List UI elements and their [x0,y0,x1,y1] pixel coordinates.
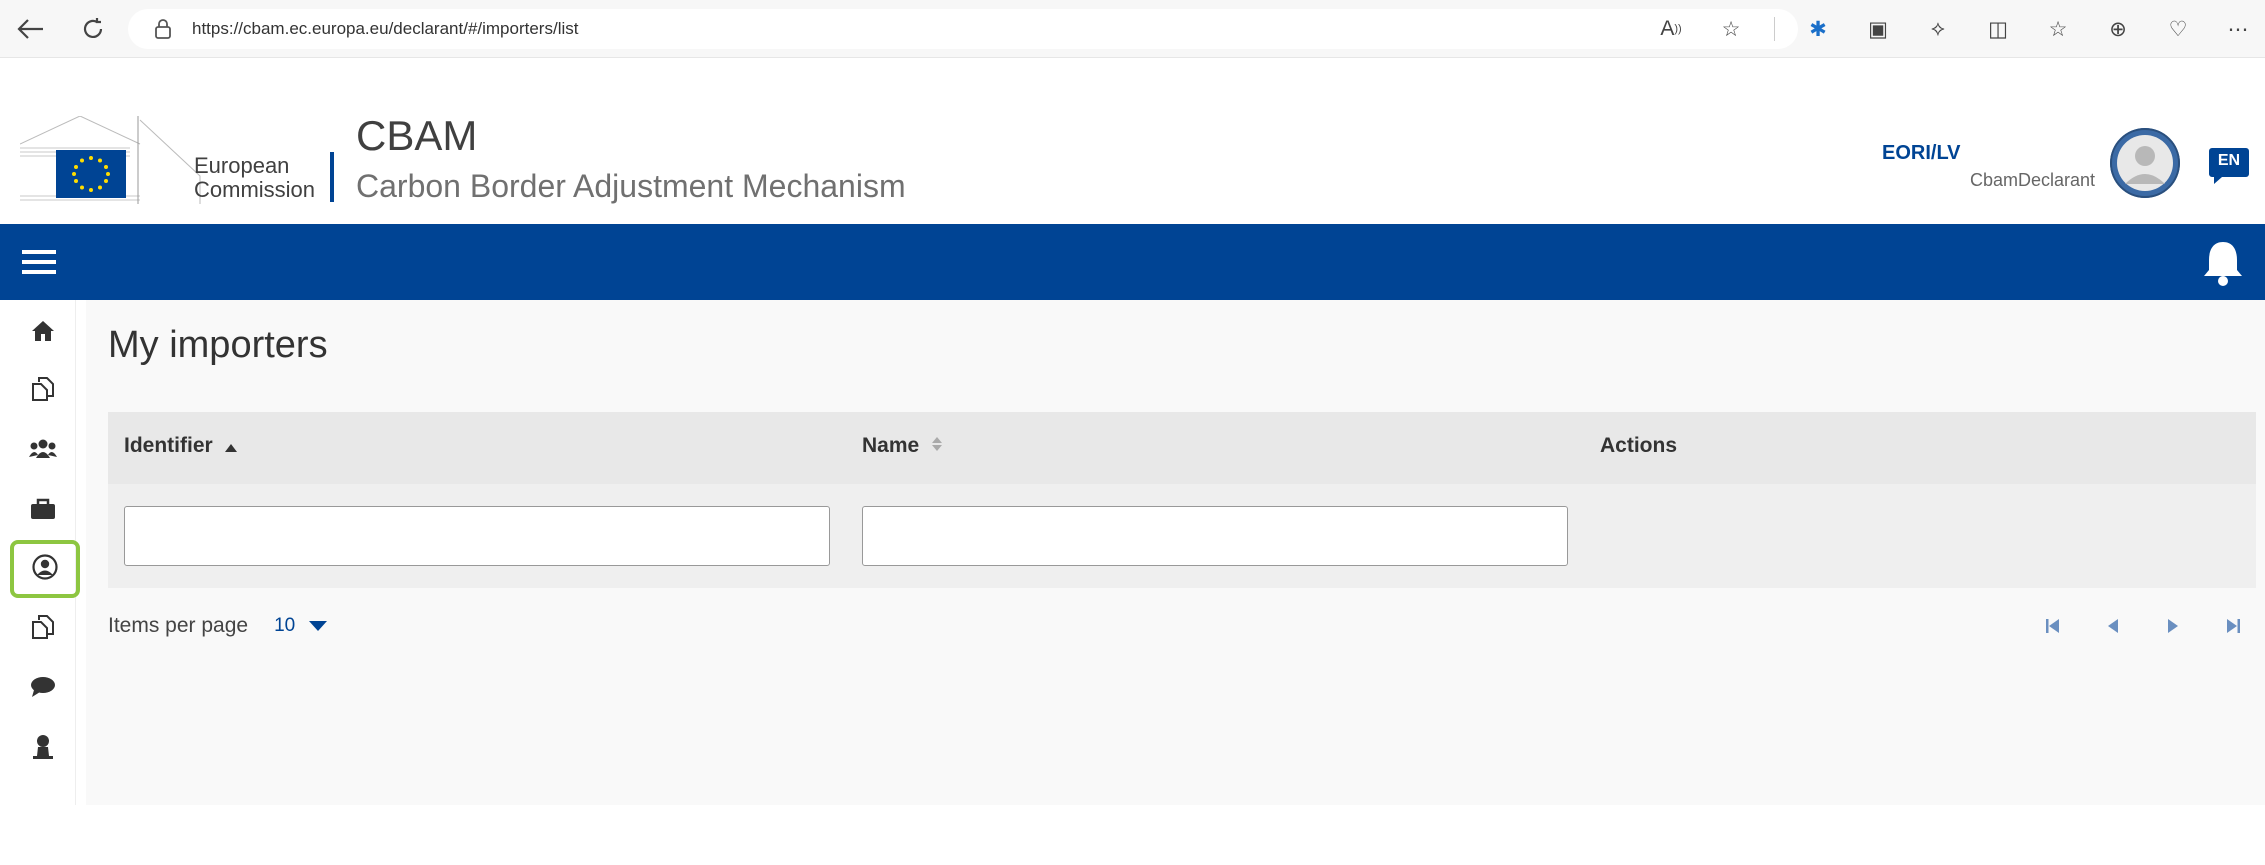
site-header: European Commission CBAM Carbon Border A… [0,100,2265,224]
user-eori: EORI/LV [1882,142,1961,164]
last-page-icon[interactable] [2223,614,2243,638]
app-title: CBAM [356,112,478,159]
organisation-name: European Commission [194,154,315,202]
user-role: CbamDeclarant [1970,170,2096,190]
column-header-actions: Actions [1600,434,1677,458]
sort-ascending-icon [224,434,237,458]
wallet-icon[interactable]: ▣ [1861,12,1895,46]
top-nav-bar [0,224,2265,300]
name-filter-input[interactable] [862,506,1568,566]
org-line-1: European [194,153,290,178]
items-per-page-select[interactable]: 10 [274,615,328,637]
app-subtitle: Carbon Border Adjustment Mechanism [356,168,906,204]
pagination-nav [2043,614,2243,638]
split-screen-icon[interactable]: ◫ [1981,12,2015,46]
items-per-page-value: 10 [274,615,296,636]
identifier-filter-input[interactable] [124,506,830,566]
address-bar[interactable]: https://cbam.ec.europa.eu/declarant/#/im… [128,9,1798,49]
browser-toolbar-icons: A)) ☆ ✱ ▣ ⟡ ◫ ☆ ⊕ ♡ ⋯ [1654,12,2255,46]
copilot-icon[interactable]: ⟡ [1921,12,1955,46]
sort-icon [931,434,943,458]
page-title: My importers [108,324,328,366]
column-header-name[interactable]: Name [862,434,943,458]
table-header: Identifier Name Actions [108,412,2256,484]
column-label: Actions [1600,434,1678,457]
menu-icon[interactable] [22,248,58,276]
more-icon[interactable]: ⋯ [2221,12,2255,46]
url-text: https://cbam.ec.europa.eu/declarant/#/im… [192,19,579,38]
user-avatar[interactable] [2110,128,2180,198]
health-icon[interactable]: ♡ [2161,12,2195,46]
favorite-star-icon[interactable]: ☆ [1714,12,1748,46]
person-icon [32,734,54,765]
items-per-page-label: Items per page [108,614,249,637]
read-aloud-icon[interactable]: A)) [1654,12,1688,46]
next-page-icon[interactable] [2163,614,2183,638]
briefcase-icon [30,498,56,525]
caret-down-icon [309,615,328,637]
sidebar-item-declarations[interactable] [10,362,76,420]
column-header-identifier[interactable]: Identifier [124,434,237,458]
back-icon[interactable] [14,12,48,46]
lock-icon [154,19,178,39]
sidebar-item-documents[interactable] [10,600,76,658]
copy-icon [31,614,55,645]
refresh-icon[interactable] [76,12,110,46]
language-selector[interactable]: EN [2208,146,2250,184]
main-content: My importers Identifier Name Actions Ite… [86,300,2265,805]
home-icon [31,319,55,348]
copy-icon [31,376,55,407]
column-label: Identifier [124,434,213,457]
sidebar-item-messages[interactable] [10,660,76,718]
toolbar-separator [1774,17,1775,41]
column-label: Name [862,434,920,457]
extension-icon[interactable]: ✱ [1801,12,1835,46]
header-divider [330,152,334,202]
org-line-2: Commission [194,177,316,202]
first-page-icon[interactable] [2043,614,2063,638]
user-circle-icon [32,553,58,585]
sidebar-item-home[interactable] [10,304,76,362]
favorites-icon[interactable]: ☆ [2041,12,2075,46]
sidebar-item-users[interactable] [10,422,76,480]
previous-page-icon[interactable] [2103,614,2123,638]
users-icon [29,438,57,465]
sidebar-item-importers[interactable] [10,540,80,598]
chat-icon [30,676,56,703]
sidebar [10,300,80,805]
notifications-bell-icon[interactable] [2201,238,2245,286]
browser-toolbar: https://cbam.ec.europa.eu/declarant/#/im… [0,0,2265,58]
filter-row [108,484,2256,588]
sidebar-item-profile[interactable] [10,720,76,778]
sidebar-item-briefcase[interactable] [10,482,76,540]
language-code: EN [2217,152,2241,169]
pagination-size: Items per page 10 [108,614,328,638]
collections-icon[interactable]: ⊕ [2101,12,2135,46]
